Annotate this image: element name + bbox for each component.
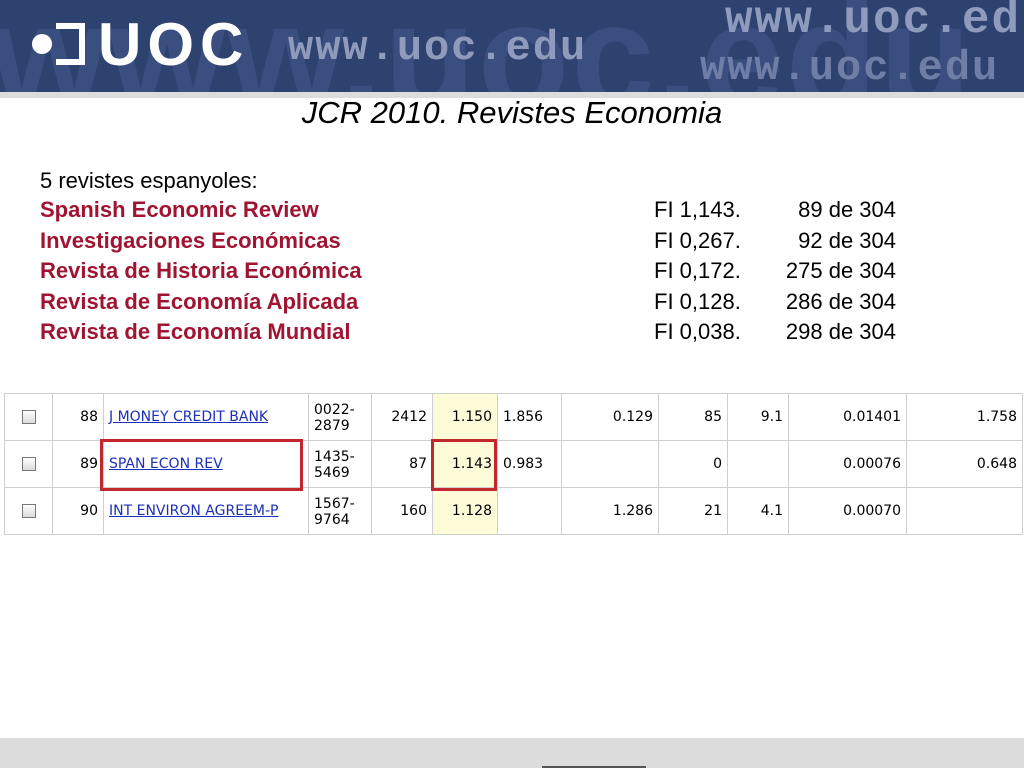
five-year-if-cell: 1.856 bbox=[497, 393, 562, 441]
journal-impact-factor: FI 0,038. bbox=[654, 319, 741, 344]
half-life-cell bbox=[727, 440, 789, 488]
eigenfactor-cell: 0.00070 bbox=[788, 487, 907, 535]
table-row: 90 INT ENVIRON AGREEM-P 1567- 9764 160 1.… bbox=[4, 487, 1023, 535]
journal-name: Revista de Economía Mundial bbox=[40, 319, 351, 344]
articles-cell: 85 bbox=[658, 393, 728, 441]
journal-name: Revista de Historia Económica bbox=[40, 258, 362, 283]
select-cell[interactable] bbox=[4, 440, 53, 488]
journal-list: Spanish Economic Review FI 1,143. 89 de … bbox=[40, 197, 910, 350]
journal-name: Investigaciones Económicas bbox=[40, 227, 341, 253]
intro-text: 5 revistes espanyoles: bbox=[40, 168, 258, 193]
journal-row: Investigaciones Económicas FI 0,267. 92 … bbox=[40, 228, 910, 259]
rank-cell: 88 bbox=[52, 393, 104, 441]
immediacy-cell bbox=[561, 440, 659, 488]
five-year-if-cell: 0.983 bbox=[497, 440, 562, 488]
article-influence-cell bbox=[906, 487, 1023, 535]
journal-name: Spanish Economic Review bbox=[40, 197, 319, 222]
journal-abbr-cell: J MONEY CREDIT BANK bbox=[103, 393, 309, 441]
journal-row: Revista de Economía Aplicada FI 0,128. 2… bbox=[40, 289, 910, 320]
journal-abbr-cell: INT ENVIRON AGREEM-P bbox=[103, 487, 309, 535]
table-row: 88 J MONEY CREDIT BANK 0022- 2879 2412 1.… bbox=[4, 393, 1023, 441]
journal-rank: 298 de 304 bbox=[785, 319, 896, 344]
eigenfactor-cell: 0.01401 bbox=[788, 393, 907, 441]
immediacy-cell: 1.286 bbox=[561, 487, 659, 535]
select-cell[interactable] bbox=[4, 393, 53, 441]
journal-rank: 89 de 304 bbox=[798, 197, 896, 222]
total-cites-cell: 2412 bbox=[371, 393, 433, 441]
article-influence-cell: 0.648 bbox=[906, 440, 1023, 488]
issn-cell: 1567- 9764 bbox=[308, 487, 372, 535]
articles-cell: 21 bbox=[658, 487, 728, 535]
articles-cell: 0 bbox=[658, 440, 728, 488]
journal-impact-factor: FI 0,267. bbox=[654, 227, 741, 253]
select-cell[interactable] bbox=[4, 487, 53, 535]
journal-row: Revista de Historia Económica FI 0,172. … bbox=[40, 258, 910, 289]
uoc-logo-icon bbox=[32, 23, 85, 65]
highlight-box-impact-factor bbox=[431, 439, 497, 491]
journal-name: Revista de Economía Aplicada bbox=[40, 288, 359, 314]
banner-url-echo: www.uoc.edu bbox=[725, 0, 1024, 46]
highlight-box-journal bbox=[100, 439, 303, 491]
banner-url: www.uoc.edu bbox=[288, 24, 588, 72]
journal-impact-factor: FI 1,143. bbox=[654, 197, 741, 222]
rank-cell: 90 bbox=[52, 487, 104, 535]
half-life-cell: 4.1 bbox=[727, 487, 789, 535]
row-checkbox[interactable] bbox=[21, 504, 36, 518]
journal-rank: 286 de 304 bbox=[785, 288, 896, 314]
total-cites-cell: 160 bbox=[371, 487, 433, 535]
total-cites-cell: 87 bbox=[371, 440, 433, 488]
article-influence-cell: 1.758 bbox=[906, 393, 1023, 441]
footer-bar bbox=[0, 738, 1024, 768]
journal-rank: 92 de 304 bbox=[798, 227, 896, 253]
journal-row: Spanish Economic Review FI 1,143. 89 de … bbox=[40, 197, 910, 228]
immediacy-cell: 0.129 bbox=[561, 393, 659, 441]
eigenfactor-cell: 0.00076 bbox=[788, 440, 907, 488]
banner-url-echo: www.uoc.edu bbox=[700, 44, 1000, 92]
half-life-cell: 9.1 bbox=[727, 393, 789, 441]
issn-cell: 1435- 5469 bbox=[308, 440, 372, 488]
journal-abbr-link[interactable]: INT ENVIRON AGREEM-P bbox=[109, 503, 278, 519]
impact-factor-cell: 1.128 bbox=[432, 487, 498, 535]
rank-cell: 89 bbox=[52, 440, 104, 488]
header-banner: www.uoc.edu UOC www.uoc.edu www.uoc.edu … bbox=[0, 0, 1024, 92]
journal-impact-factor: FI 0,172. bbox=[654, 258, 741, 283]
uoc-logo-text: UOC bbox=[98, 11, 250, 78]
journal-row: Revista de Economía Mundial FI 0,038. 29… bbox=[40, 319, 910, 350]
row-checkbox[interactable] bbox=[21, 457, 36, 471]
journal-abbr-link[interactable]: J MONEY CREDIT BANK bbox=[109, 409, 268, 425]
issn-cell: 0022- 2879 bbox=[308, 393, 372, 441]
journal-rank: 275 de 304 bbox=[785, 258, 896, 283]
journal-impact-factor: FI 0,128. bbox=[654, 288, 741, 314]
slide-title: JCR 2010. Revistes Economia bbox=[301, 95, 723, 130]
row-checkbox[interactable] bbox=[21, 410, 36, 424]
impact-factor-cell: 1.150 bbox=[432, 393, 498, 441]
five-year-if-cell bbox=[497, 487, 562, 535]
